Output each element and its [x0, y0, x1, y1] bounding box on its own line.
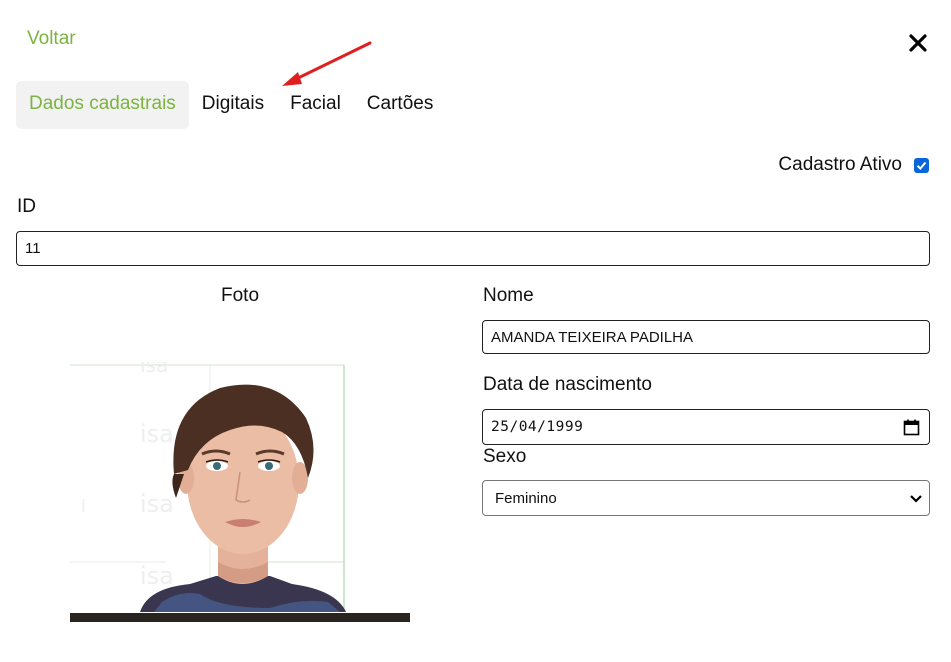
calendar-icon[interactable] [903, 419, 920, 436]
id-value: 11 [25, 240, 41, 257]
photo-label: Foto [221, 285, 260, 306]
svg-text:ı: ı [80, 490, 87, 518]
tab-facial[interactable]: Facial [277, 81, 354, 129]
id-field[interactable]: 11 [16, 231, 930, 266]
back-link[interactable]: Voltar [27, 28, 76, 50]
svg-text:isa: isa [140, 420, 174, 448]
annotation-arrow-icon [282, 41, 372, 86]
sex-value: Feminino [495, 489, 557, 507]
svg-text:isa: isa [140, 562, 174, 590]
name-label: Nome [483, 285, 534, 306]
sex-select[interactable]: Feminino [482, 480, 930, 516]
svg-text:isa: isa [140, 490, 174, 518]
check-icon [916, 161, 927, 170]
tab-dados-cadastrais[interactable]: Dados cadastrais [16, 81, 189, 129]
photo-bottom-bar [70, 613, 410, 622]
birth-date-field[interactable]: 25/04/1999 [482, 409, 930, 445]
name-value: AMANDA TEIXEIRA PADILHA [491, 328, 694, 346]
cadastro-ativo-label: Cadastro Ativo [778, 154, 902, 175]
name-field[interactable]: AMANDA TEIXEIRA PADILHA [482, 320, 930, 354]
tab-digitais[interactable]: Digitais [189, 81, 277, 129]
svg-text:isa: isa [140, 362, 168, 377]
close-icon [909, 34, 927, 52]
sex-label: Sexo [483, 446, 527, 467]
chevron-down-icon [910, 495, 922, 503]
birth-label: Data de nascimento [483, 374, 652, 395]
cadastro-ativo-checkbox[interactable] [914, 157, 929, 173]
id-label: ID [17, 196, 36, 217]
tab-bar: Dados cadastrais Digitais Facial Cartões [16, 81, 446, 129]
cadastro-ativo-row: Cadastro Ativo [778, 154, 929, 176]
tab-cartoes[interactable]: Cartões [354, 81, 447, 129]
close-button[interactable] [905, 28, 933, 56]
birth-date-value: 25/04/1999 [491, 419, 584, 435]
profile-photo: isa isa isa ı isa [70, 362, 410, 622]
